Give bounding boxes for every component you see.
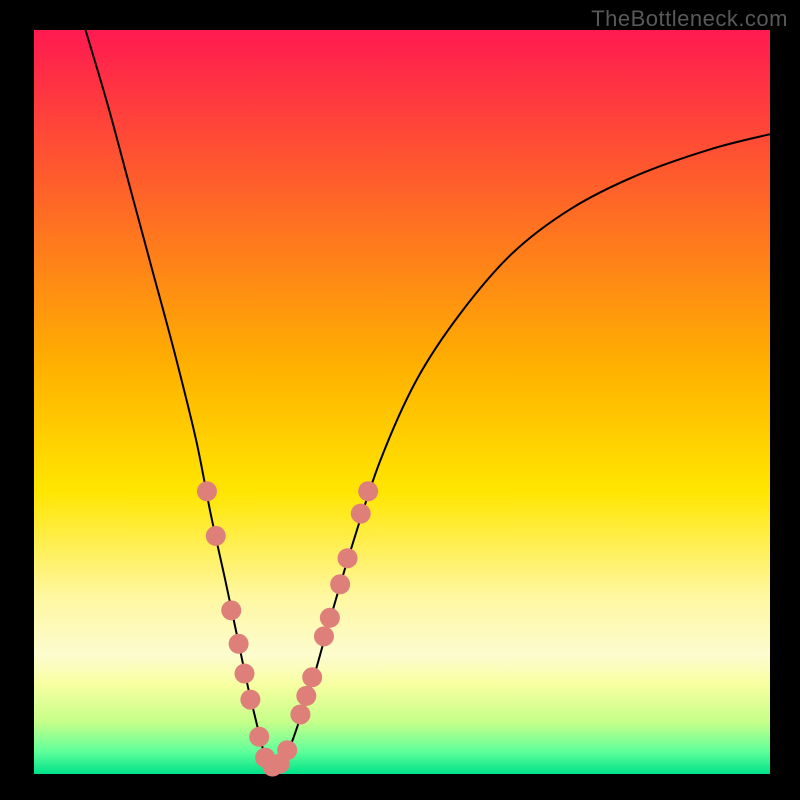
- chart-stage: TheBottleneck.com: [0, 0, 800, 800]
- marker-dot: [314, 626, 334, 646]
- watermark-text: TheBottleneck.com: [591, 6, 788, 32]
- marker-dot: [290, 704, 310, 724]
- marker-dot: [221, 600, 241, 620]
- marker-dot: [330, 574, 350, 594]
- marker-dot: [240, 690, 260, 710]
- marker-dot: [338, 548, 358, 568]
- marker-dot: [197, 481, 217, 501]
- marker-dot: [358, 481, 378, 501]
- marker-dot: [296, 686, 316, 706]
- marker-dot: [302, 667, 322, 687]
- marker-dot: [277, 740, 297, 760]
- marker-dot: [229, 634, 249, 654]
- gradient-panel: [34, 30, 770, 774]
- marker-dot: [206, 526, 226, 546]
- bottleneck-chart: [0, 0, 800, 800]
- marker-dot: [351, 504, 371, 524]
- marker-dot: [234, 664, 254, 684]
- marker-dot: [320, 608, 340, 628]
- marker-dot: [249, 727, 269, 747]
